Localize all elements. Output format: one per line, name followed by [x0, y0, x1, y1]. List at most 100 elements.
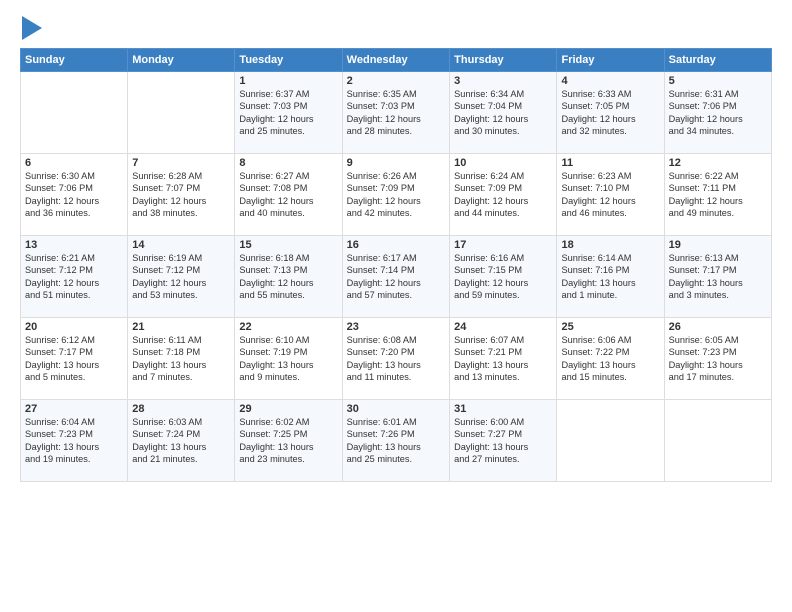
cell-line: and 3 minutes.	[669, 289, 767, 301]
calendar-cell: 29Sunrise: 6:02 AMSunset: 7:25 PMDayligh…	[235, 400, 342, 482]
day-number: 9	[347, 157, 445, 169]
logo	[20, 16, 42, 40]
calendar-cell: 19Sunrise: 6:13 AMSunset: 7:17 PMDayligh…	[664, 236, 771, 318]
cell-line: Sunset: 7:06 PM	[669, 100, 767, 112]
calendar-cell: 24Sunrise: 6:07 AMSunset: 7:21 PMDayligh…	[450, 318, 557, 400]
cell-line: Sunrise: 6:19 AM	[132, 252, 230, 264]
cell-line: Sunrise: 6:14 AM	[561, 252, 659, 264]
week-row-5: 27Sunrise: 6:04 AMSunset: 7:23 PMDayligh…	[21, 400, 772, 482]
day-number: 3	[454, 75, 552, 87]
day-number: 11	[561, 157, 659, 169]
calendar-cell: 22Sunrise: 6:10 AMSunset: 7:19 PMDayligh…	[235, 318, 342, 400]
day-number: 21	[132, 321, 230, 333]
cell-line: Sunset: 7:22 PM	[561, 346, 659, 358]
cell-line: Sunrise: 6:30 AM	[25, 170, 123, 182]
cell-line: Daylight: 12 hours	[239, 277, 337, 289]
cell-line: Daylight: 12 hours	[669, 195, 767, 207]
cell-line: Sunrise: 6:28 AM	[132, 170, 230, 182]
cell-line: Sunrise: 6:16 AM	[454, 252, 552, 264]
cell-line: Sunset: 7:17 PM	[669, 264, 767, 276]
cell-line: Sunset: 7:14 PM	[347, 264, 445, 276]
cell-line: and 57 minutes.	[347, 289, 445, 301]
calendar-cell: 2Sunrise: 6:35 AMSunset: 7:03 PMDaylight…	[342, 72, 449, 154]
day-number: 23	[347, 321, 445, 333]
calendar-cell	[128, 72, 235, 154]
calendar-cell: 12Sunrise: 6:22 AMSunset: 7:11 PMDayligh…	[664, 154, 771, 236]
day-number: 15	[239, 239, 337, 251]
cell-line: and 21 minutes.	[132, 453, 230, 465]
day-header-friday: Friday	[557, 49, 664, 72]
week-row-3: 13Sunrise: 6:21 AMSunset: 7:12 PMDayligh…	[21, 236, 772, 318]
cell-line: Sunrise: 6:12 AM	[25, 334, 123, 346]
cell-line: Daylight: 13 hours	[25, 441, 123, 453]
cell-line: Sunset: 7:18 PM	[132, 346, 230, 358]
cell-line: Sunrise: 6:03 AM	[132, 416, 230, 428]
cell-line: Sunrise: 6:01 AM	[347, 416, 445, 428]
cell-line: Daylight: 12 hours	[454, 113, 552, 125]
day-number: 10	[454, 157, 552, 169]
cell-line: Daylight: 12 hours	[669, 113, 767, 125]
cell-line: Daylight: 13 hours	[454, 359, 552, 371]
day-number: 2	[347, 75, 445, 87]
cell-line: and 55 minutes.	[239, 289, 337, 301]
cell-line: and 1 minute.	[561, 289, 659, 301]
cell-line: and 53 minutes.	[132, 289, 230, 301]
cell-line: Sunrise: 6:35 AM	[347, 88, 445, 100]
calendar-cell: 20Sunrise: 6:12 AMSunset: 7:17 PMDayligh…	[21, 318, 128, 400]
day-number: 8	[239, 157, 337, 169]
calendar-cell: 21Sunrise: 6:11 AMSunset: 7:18 PMDayligh…	[128, 318, 235, 400]
day-number: 27	[25, 403, 123, 415]
calendar-cell: 10Sunrise: 6:24 AMSunset: 7:09 PMDayligh…	[450, 154, 557, 236]
cell-line: and 9 minutes.	[239, 371, 337, 383]
cell-line: Sunset: 7:07 PM	[132, 182, 230, 194]
cell-line: Sunrise: 6:37 AM	[239, 88, 337, 100]
cell-line: Daylight: 12 hours	[561, 195, 659, 207]
cell-line: Sunrise: 6:07 AM	[454, 334, 552, 346]
cell-line: and 46 minutes.	[561, 207, 659, 219]
day-number: 20	[25, 321, 123, 333]
calendar-cell: 13Sunrise: 6:21 AMSunset: 7:12 PMDayligh…	[21, 236, 128, 318]
cell-line: and 44 minutes.	[454, 207, 552, 219]
calendar-cell: 26Sunrise: 6:05 AMSunset: 7:23 PMDayligh…	[664, 318, 771, 400]
header	[20, 16, 772, 40]
cell-line: Daylight: 12 hours	[132, 195, 230, 207]
cell-line: and 25 minutes.	[239, 125, 337, 137]
day-number: 13	[25, 239, 123, 251]
cell-line: Sunset: 7:04 PM	[454, 100, 552, 112]
cell-line: Sunset: 7:11 PM	[669, 182, 767, 194]
cell-line: Sunrise: 6:10 AM	[239, 334, 337, 346]
day-number: 19	[669, 239, 767, 251]
calendar-cell: 9Sunrise: 6:26 AMSunset: 7:09 PMDaylight…	[342, 154, 449, 236]
cell-line: Sunset: 7:15 PM	[454, 264, 552, 276]
calendar-cell: 27Sunrise: 6:04 AMSunset: 7:23 PMDayligh…	[21, 400, 128, 482]
cell-line: and 38 minutes.	[132, 207, 230, 219]
cell-line: and 32 minutes.	[561, 125, 659, 137]
day-number: 14	[132, 239, 230, 251]
cell-line: and 36 minutes.	[25, 207, 123, 219]
cell-line: Sunrise: 6:21 AM	[25, 252, 123, 264]
calendar-cell: 1Sunrise: 6:37 AMSunset: 7:03 PMDaylight…	[235, 72, 342, 154]
calendar-cell: 7Sunrise: 6:28 AMSunset: 7:07 PMDaylight…	[128, 154, 235, 236]
day-header-saturday: Saturday	[664, 49, 771, 72]
day-header-thursday: Thursday	[450, 49, 557, 72]
cell-line: and 30 minutes.	[454, 125, 552, 137]
day-number: 5	[669, 75, 767, 87]
calendar-cell: 25Sunrise: 6:06 AMSunset: 7:22 PMDayligh…	[557, 318, 664, 400]
day-number: 12	[669, 157, 767, 169]
cell-line: Daylight: 13 hours	[239, 441, 337, 453]
cell-line: Sunrise: 6:23 AM	[561, 170, 659, 182]
calendar-cell: 4Sunrise: 6:33 AMSunset: 7:05 PMDaylight…	[557, 72, 664, 154]
cell-line: Daylight: 12 hours	[347, 277, 445, 289]
calendar-cell	[21, 72, 128, 154]
cell-line: Sunset: 7:03 PM	[239, 100, 337, 112]
cell-line: Sunset: 7:25 PM	[239, 428, 337, 440]
cell-line: Sunset: 7:17 PM	[25, 346, 123, 358]
cell-line: Daylight: 13 hours	[669, 359, 767, 371]
week-row-1: 1Sunrise: 6:37 AMSunset: 7:03 PMDaylight…	[21, 72, 772, 154]
cell-line: Sunrise: 6:33 AM	[561, 88, 659, 100]
cell-line: and 5 minutes.	[25, 371, 123, 383]
day-number: 26	[669, 321, 767, 333]
day-number: 31	[454, 403, 552, 415]
day-number: 4	[561, 75, 659, 87]
day-number: 22	[239, 321, 337, 333]
